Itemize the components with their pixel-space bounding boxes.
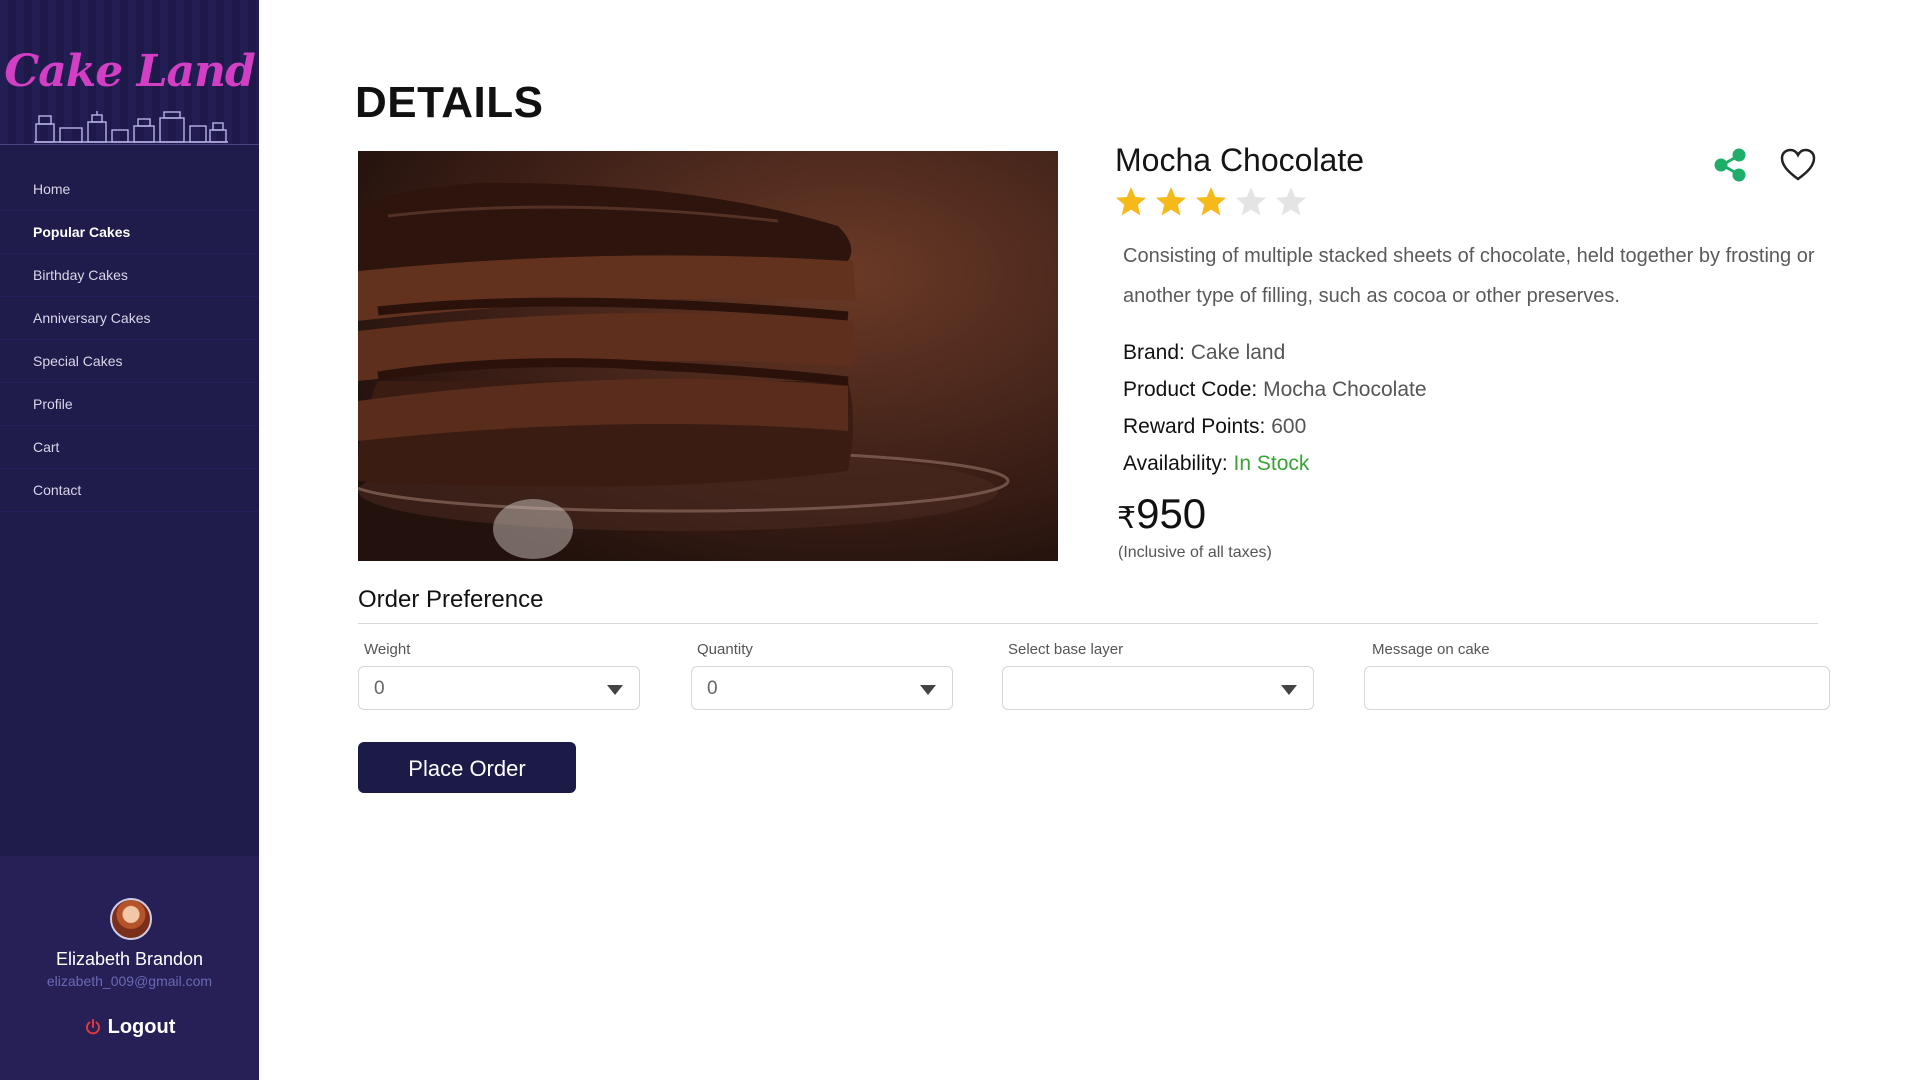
product-name: Mocha Chocolate	[1115, 142, 1365, 178]
product-description: Consisting of multiple stacked sheets of…	[1123, 245, 1815, 307]
sidebar-item-home[interactable]: Home	[0, 168, 259, 211]
sidebar: Cake Land Home Popular Cakes Birthday Ca…	[0, 0, 259, 1080]
cake-skyline-icon	[34, 111, 228, 143]
message-input[interactable]	[1364, 666, 1830, 710]
share-icon[interactable]	[1713, 148, 1747, 182]
quantity-label: Quantity	[697, 641, 753, 658]
star-filled-icon	[1116, 187, 1146, 216]
availability-label: Availability:	[1123, 452, 1228, 475]
base-layer-select[interactable]	[1002, 666, 1314, 710]
brand-header: Cake Land	[0, 0, 259, 145]
sidebar-item-profile[interactable]: Profile	[0, 383, 259, 426]
brand-value: Cake land	[1190, 341, 1286, 364]
sidebar-item-special-cakes[interactable]: Special Cakes	[0, 340, 259, 383]
product-image	[358, 151, 1058, 561]
message-label: Message on cake	[1372, 641, 1490, 658]
star-filled-icon	[1156, 187, 1186, 216]
product-price: ₹950	[1117, 490, 1206, 538]
sidebar-item-popular-cakes[interactable]: Popular Cakes	[0, 211, 259, 254]
chevron-down-icon	[607, 685, 623, 695]
price-value: 950	[1136, 490, 1207, 537]
heart-icon[interactable]	[1780, 148, 1816, 182]
reward-points-value: 600	[1271, 415, 1307, 438]
chevron-down-icon	[920, 685, 936, 695]
sidebar-item-cart[interactable]: Cart	[0, 426, 259, 469]
brand-label: Brand:	[1123, 341, 1185, 364]
order-preference-heading: Order Preference	[358, 586, 544, 613]
availability-value: In Stock	[1233, 452, 1310, 475]
sidebar-item-anniversary-cakes[interactable]: Anniversary Cakes	[0, 297, 259, 340]
divider	[358, 623, 1818, 624]
avatar[interactable]	[110, 898, 152, 940]
currency-symbol: ₹	[1117, 502, 1137, 535]
reward-points-label: Reward Points:	[1123, 415, 1266, 438]
place-order-button[interactable]: Place Order	[358, 742, 576, 793]
user-name: Elizabeth Brandon	[55, 949, 204, 969]
product-meta: Brand: Cake land Product Code: Mocha Cho…	[1123, 334, 1427, 482]
star-empty-icon	[1236, 187, 1266, 216]
sidebar-nav: Home Popular Cakes Birthday Cakes Annive…	[0, 168, 259, 512]
star-filled-icon	[1196, 187, 1226, 216]
weight-label: Weight	[364, 641, 411, 658]
product-code-value: Mocha Chocolate	[1263, 378, 1427, 401]
quantity-select[interactable]: 0	[691, 666, 953, 710]
user-panel: Elizabeth Brandon elizabeth_009@gmail.co…	[0, 856, 259, 1080]
chocolate-cake-photo-icon	[358, 151, 1058, 561]
chevron-down-icon	[1281, 685, 1297, 695]
base-layer-label: Select base layer	[1008, 641, 1124, 658]
brand-logo[interactable]: Cake Land	[0, 46, 259, 97]
sidebar-item-contact[interactable]: Contact	[0, 469, 259, 512]
sidebar-item-birthday-cakes[interactable]: Birthday Cakes	[0, 254, 259, 297]
weight-value: 0	[374, 678, 385, 699]
star-empty-icon	[1276, 187, 1306, 216]
tax-note: (Inclusive of all taxes)	[1118, 544, 1272, 561]
page-title: DETAILS	[355, 78, 544, 127]
weight-select[interactable]: 0	[358, 666, 640, 710]
logout-label: Logout	[107, 1016, 176, 1038]
quantity-value: 0	[707, 678, 718, 699]
power-icon	[85, 1019, 100, 1035]
user-email: elizabeth_009@gmail.com	[46, 973, 213, 989]
logout-button[interactable]: Logout	[0, 1016, 259, 1039]
rating-stars	[1114, 185, 1314, 219]
product-code-label: Product Code:	[1123, 378, 1258, 401]
